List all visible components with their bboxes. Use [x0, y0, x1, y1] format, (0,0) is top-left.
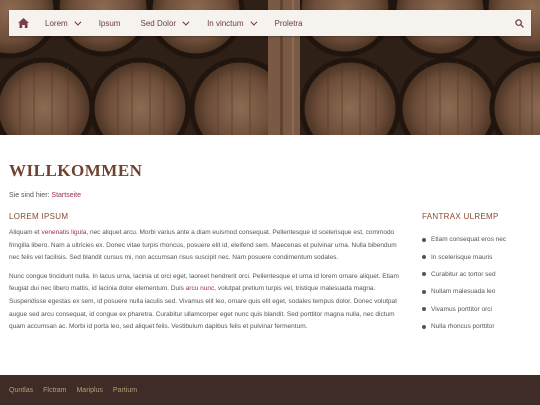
- sidebar: FANTRAX ULREMP Etlam consequat eros nec …: [422, 212, 534, 335]
- list-item-text: Vivamus porttitor orci: [431, 305, 492, 313]
- list-item-text: Nulla rhoncus porttitor: [431, 323, 495, 331]
- paragraph-1: Aliquam et venenatis ligula, nec aliquet…: [9, 227, 403, 265]
- sidebar-list: Etlam consequat eros nec In scelerisque …: [422, 231, 534, 335]
- page-title: WILLKOMMEN: [9, 161, 143, 180]
- main-content: LOREM IPSUM Aliquam et venenatis ligula,…: [9, 212, 403, 340]
- nav-item-label: Proletra: [274, 18, 303, 28]
- breadcrumb-link-home[interactable]: Startseite: [51, 192, 81, 199]
- paragraph-text: Aliquam et: [9, 229, 42, 236]
- nav-item-label: Lorem: [45, 18, 68, 28]
- inline-link[interactable]: arcu nunc: [186, 285, 215, 292]
- footer-link[interactable]: Mariplus: [76, 387, 102, 394]
- sidebar-list-item: In scelerisque mauris: [422, 248, 534, 265]
- nav-item-proletra[interactable]: Proletra: [265, 10, 313, 36]
- bullet-icon: [422, 289, 426, 294]
- nav-item-sed-dolor[interactable]: Sed Dolor: [130, 10, 197, 36]
- nav-item-label: Sed Dolor: [140, 18, 177, 28]
- home-button[interactable]: [11, 10, 35, 36]
- nav-item-in-vinctum[interactable]: In vinctum: [197, 10, 264, 36]
- breadcrumb: Sie sind hier: Startseite: [9, 192, 81, 199]
- home-icon: [17, 18, 29, 28]
- footer: Quntlas Flctram Mariplus Partium: [0, 375, 540, 405]
- nav-item-lorem[interactable]: Lorem: [35, 10, 89, 36]
- bullet-icon: [422, 255, 426, 260]
- bullet-icon: [422, 237, 426, 242]
- footer-link[interactable]: Quntlas: [9, 387, 33, 394]
- bullet-icon: [422, 272, 426, 277]
- breadcrumb-prefix: Sie sind hier:: [9, 192, 50, 199]
- section-heading: LOREM IPSUM: [9, 212, 69, 221]
- paragraph-2: Nunc congue tincidunt nulla. In lacus ur…: [9, 271, 403, 334]
- sidebar-list-item: Curabitur ac tortor sed: [422, 266, 534, 283]
- nav-item-ipsum[interactable]: Ipsum: [89, 10, 131, 36]
- sidebar-list-item: Vivamus porttitor orci: [422, 301, 534, 318]
- list-item-text: Nullam malesuada leo: [431, 288, 496, 296]
- sidebar-list-item: Nullam malesuada leo: [422, 283, 534, 300]
- bullet-icon: [422, 324, 426, 329]
- chevron-down-icon: [182, 18, 190, 26]
- chevron-down-icon: [74, 18, 82, 26]
- list-item-text: Etlam consequat eros nec: [431, 236, 507, 244]
- search-button[interactable]: [507, 10, 531, 36]
- inline-link[interactable]: venenatis ligula: [42, 229, 87, 236]
- bullet-icon: [422, 307, 426, 312]
- sidebar-list-item: Nulla rhoncus porttitor: [422, 318, 534, 335]
- chevron-down-icon: [249, 18, 257, 26]
- sidebar-heading: FANTRAX ULREMP: [422, 212, 499, 221]
- search-icon: [514, 18, 524, 28]
- main-navigation: Lorem Ipsum Sed Dolor In vinctum Proletr…: [9, 10, 531, 36]
- footer-link[interactable]: Flctram: [43, 387, 66, 394]
- list-item-text: In scelerisque mauris: [431, 253, 493, 261]
- nav-item-label: In vinctum: [207, 18, 244, 28]
- list-item-text: Curabitur ac tortor sed: [431, 270, 496, 278]
- footer-link[interactable]: Partium: [113, 387, 137, 394]
- sidebar-list-item: Etlam consequat eros nec: [422, 231, 534, 248]
- nav-item-label: Ipsum: [98, 18, 121, 28]
